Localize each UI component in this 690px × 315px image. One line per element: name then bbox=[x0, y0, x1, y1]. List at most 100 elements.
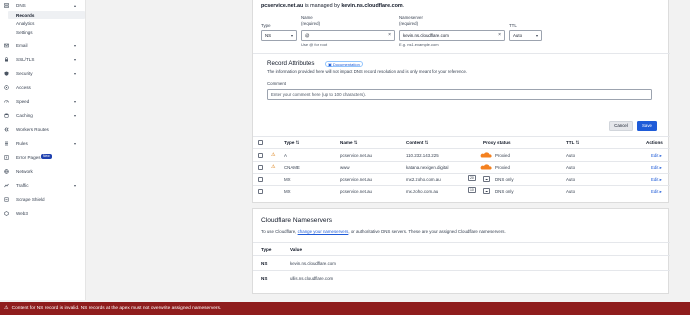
sidebar-item-security[interactable]: Security ▾ bbox=[0, 68, 86, 78]
dns-icon bbox=[4, 2, 9, 8]
chevron-down-icon: ▾ bbox=[74, 98, 77, 104]
sidebar-item-label: Error Pages bbox=[16, 154, 41, 160]
name-label: Name bbox=[301, 15, 313, 20]
sidebar-item-workers-routes[interactable]: Workers Routes bbox=[0, 124, 86, 134]
record-content: katana.nexigen.digital bbox=[406, 165, 449, 170]
sidebar-item-label: Analytics bbox=[16, 20, 35, 26]
record-name: www bbox=[340, 165, 350, 170]
cloud-dns-only-icon: ☁ bbox=[483, 176, 490, 182]
record-content: mx.zoho.com.au bbox=[406, 189, 439, 194]
sidebar-item-label: Caching bbox=[16, 112, 33, 118]
name-help: Use @ for root bbox=[301, 42, 328, 47]
sidebar-item-label: SSL/TLS bbox=[16, 56, 35, 62]
record-ttl: Auto bbox=[566, 165, 576, 170]
sidebar-item-scrape-shield[interactable]: Scrape Shield bbox=[0, 194, 86, 204]
sidebar-item-label: Network bbox=[16, 168, 33, 174]
edit-link[interactable]: Edit ▸ bbox=[651, 177, 662, 183]
chevron-up-icon: ▴ bbox=[74, 2, 77, 8]
cancel-button[interactable]: Cancel bbox=[609, 121, 633, 131]
error-banner: ⚠ Content for NS record is invalid. NS r… bbox=[0, 302, 690, 315]
priority-badge: 20 bbox=[468, 175, 476, 181]
divider bbox=[253, 148, 670, 149]
save-button[interactable]: Save bbox=[637, 121, 657, 131]
sidebar: DNS ▴ Records Analytics Settings Email ▾… bbox=[0, 0, 86, 300]
error-message: Content for NS record is invalid. NS rec… bbox=[11, 306, 222, 311]
change-nameservers-link[interactable]: change your nameservers bbox=[298, 229, 349, 234]
col-ttl[interactable]: TTL ⇅ bbox=[566, 140, 579, 146]
sidebar-item-ssl-tls[interactable]: SSL/TLS ▾ bbox=[0, 54, 86, 64]
edit-link[interactable]: Edit ▸ bbox=[651, 189, 662, 195]
col-content[interactable]: Content ⇅ bbox=[406, 140, 429, 146]
sidebar-item-label: Email bbox=[16, 42, 28, 48]
sidebar-item-access[interactable]: Access bbox=[0, 82, 86, 92]
record-content: 110.232.143.225 bbox=[406, 153, 439, 158]
sidebar-item-network[interactable]: Network bbox=[0, 166, 86, 176]
col-proxy-status: Proxy status bbox=[483, 140, 511, 145]
warning-icon: ⚠ bbox=[271, 152, 276, 158]
col-name[interactable]: Name ⇅ bbox=[340, 140, 358, 146]
sidebar-item-label: Security bbox=[16, 70, 33, 76]
type-select[interactable]: NS ▾ bbox=[261, 30, 297, 41]
divider bbox=[253, 255, 670, 256]
divider bbox=[253, 242, 670, 243]
proxy-status: DNS only bbox=[495, 177, 514, 182]
sidebar-item-label: Access bbox=[16, 84, 31, 90]
documentation-link[interactable]: ▣ Documentation bbox=[325, 61, 363, 67]
record-name: pcservice.net.au bbox=[340, 189, 372, 194]
sidebar-item-email[interactable]: Email ▾ bbox=[0, 40, 86, 50]
traffic-icon bbox=[4, 183, 9, 188]
chevron-down-icon: ▾ bbox=[74, 56, 77, 62]
sort-icon: ⇅ bbox=[424, 140, 429, 145]
sidebar-item-label: Workers Routes bbox=[16, 126, 49, 132]
name-required: (required) bbox=[301, 21, 321, 26]
ns-col-value: Value bbox=[290, 247, 303, 252]
edit-link[interactable]: Edit ▸ bbox=[651, 165, 662, 171]
row-checkbox[interactable] bbox=[258, 177, 263, 182]
warning-icon: ⚠ bbox=[4, 306, 9, 311]
record-attributes-title: Record Attributes bbox=[267, 60, 315, 67]
row-checkbox[interactable] bbox=[258, 153, 263, 158]
comment-input[interactable]: Enter your comment here (up to 100 chara… bbox=[267, 89, 652, 100]
divider bbox=[253, 136, 670, 137]
sidebar-item-label: DNS bbox=[16, 2, 26, 8]
ns-row-type: NS bbox=[261, 276, 268, 281]
select-all-checkbox[interactable] bbox=[258, 140, 263, 145]
close-icon[interactable]: × bbox=[498, 31, 501, 40]
chevron-down-icon: ▾ bbox=[74, 70, 77, 76]
sidebar-item-error-pages[interactable]: Error Pages New bbox=[0, 152, 86, 162]
sidebar-item-label: Rules bbox=[16, 140, 28, 146]
nameserver-input[interactable]: kevin.ns.cloudflare.com × bbox=[399, 30, 505, 41]
sort-icon: ⇅ bbox=[295, 140, 300, 145]
proxy-status: Proxied bbox=[495, 153, 510, 158]
sidebar-item-settings[interactable]: Settings bbox=[0, 27, 86, 37]
sidebar-item-web3[interactable]: Web3 bbox=[0, 208, 86, 218]
divider bbox=[253, 161, 670, 162]
chevron-down-icon: ▾ bbox=[290, 33, 293, 38]
close-icon[interactable]: × bbox=[388, 31, 391, 40]
error-pages-icon bbox=[4, 154, 9, 160]
sort-icon: ⇅ bbox=[575, 140, 580, 145]
edit-link[interactable]: Edit ▸ bbox=[651, 153, 662, 159]
sidebar-item-traffic[interactable]: Traffic ▾ bbox=[0, 180, 86, 190]
col-type[interactable]: Type ⇅ bbox=[284, 140, 300, 146]
priority-badge: 10 bbox=[468, 187, 476, 193]
sidebar-item-label: Records bbox=[16, 12, 35, 18]
record-ttl: Auto bbox=[566, 189, 576, 194]
record-ttl: Auto bbox=[566, 177, 576, 182]
sidebar-item-speed[interactable]: Speed ▾ bbox=[0, 96, 86, 106]
chevron-down-icon: ▾ bbox=[74, 182, 77, 188]
name-input[interactable]: @ × bbox=[301, 30, 395, 41]
divider bbox=[253, 185, 670, 186]
row-checkbox[interactable] bbox=[258, 189, 263, 194]
ns-row-type: NS bbox=[261, 261, 268, 266]
ttl-select[interactable]: Auto ▾ bbox=[509, 30, 542, 41]
workers-icon bbox=[4, 127, 9, 132]
sidebar-item-dns[interactable]: DNS ▴ bbox=[0, 0, 86, 10]
ns-row-value: kevin.ns.cloudflare.com bbox=[290, 261, 336, 266]
sidebar-item-caching[interactable]: Caching ▾ bbox=[0, 110, 86, 120]
sidebar-item-label: Web3 bbox=[16, 210, 28, 216]
sidebar-item-rules[interactable]: Rules ▾ bbox=[0, 138, 86, 148]
row-checkbox[interactable] bbox=[258, 165, 263, 170]
attributes-info: The information provided here will not i… bbox=[267, 69, 468, 74]
col-actions: Actions bbox=[646, 140, 663, 145]
